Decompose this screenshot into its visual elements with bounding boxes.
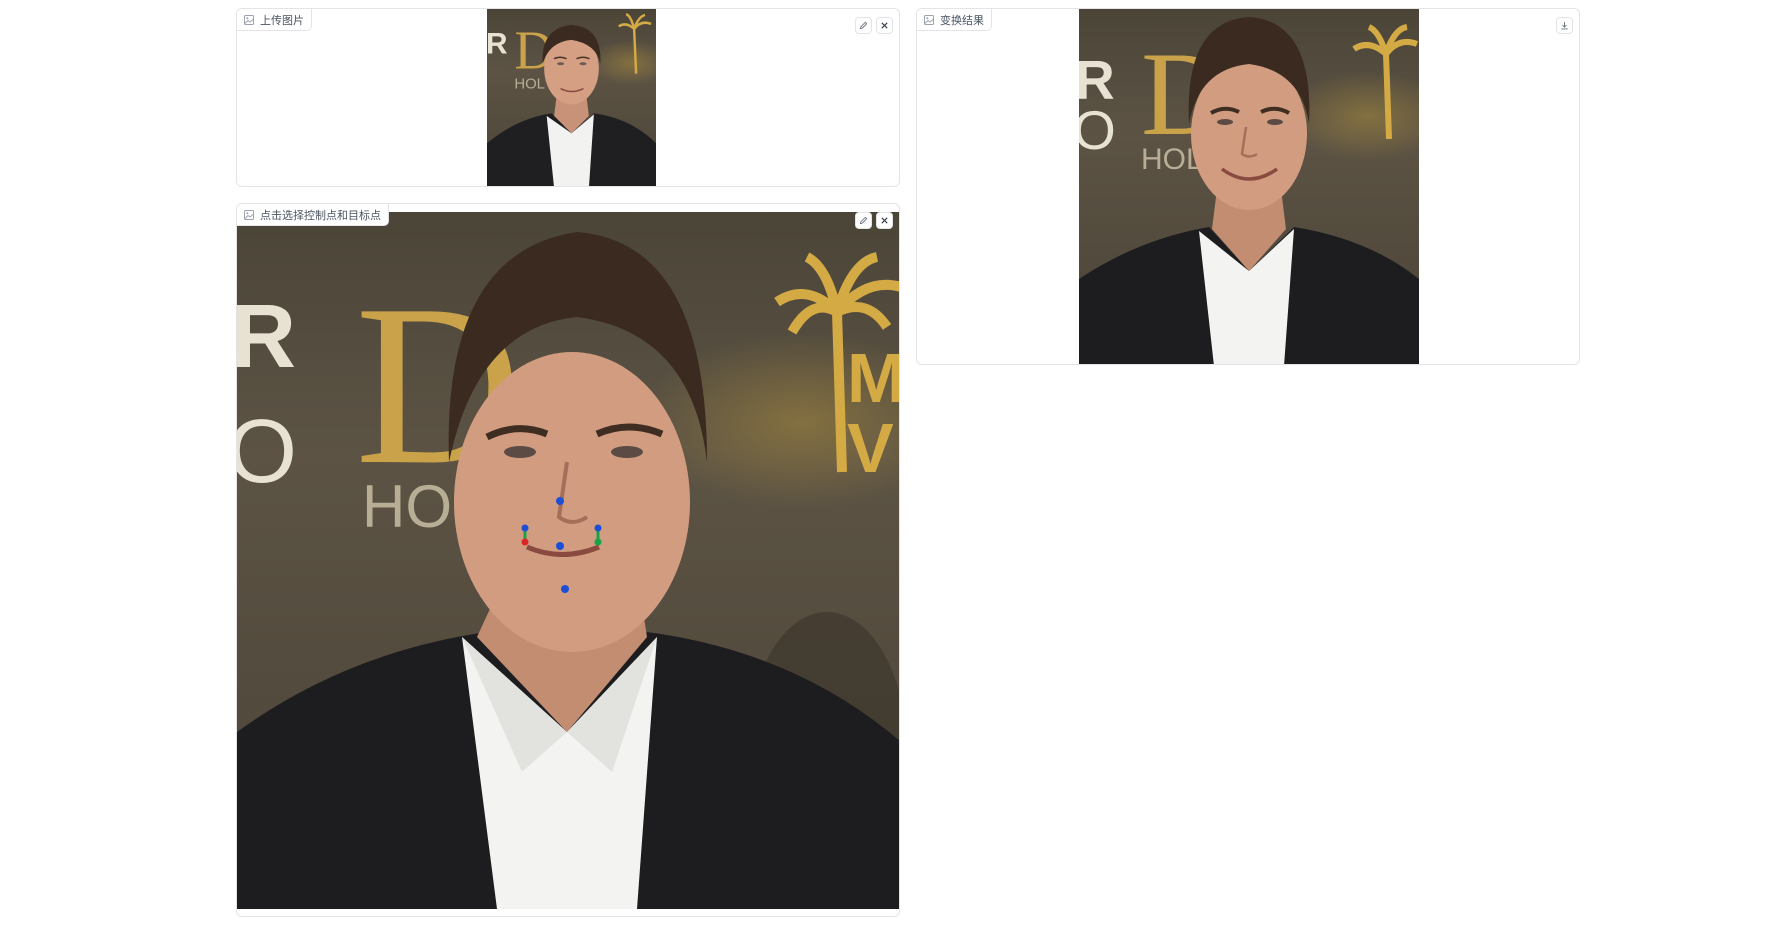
result-panel-title: 变换结果 bbox=[940, 14, 984, 27]
backdrop-letter: M bbox=[847, 339, 900, 417]
upload-panel-title: 上传图片 bbox=[260, 14, 304, 27]
backdrop-word: HOL bbox=[514, 77, 545, 93]
edit-icon bbox=[859, 216, 868, 225]
backdrop-letter: O bbox=[1079, 99, 1116, 161]
backdrop-letter: O bbox=[237, 402, 297, 502]
uploaded-image: R D HOL bbox=[487, 9, 656, 186]
backdrop-letter: R bbox=[487, 28, 508, 61]
edit-button[interactable] bbox=[855, 212, 872, 229]
image-icon bbox=[243, 209, 255, 221]
download-button[interactable] bbox=[1556, 17, 1573, 34]
clear-button[interactable] bbox=[876, 17, 893, 34]
edit-button[interactable] bbox=[855, 17, 872, 34]
control-point-marker[interactable] bbox=[561, 585, 569, 593]
result-image: R O D HOL bbox=[1079, 9, 1419, 364]
backdrop-letter: R bbox=[237, 287, 296, 387]
upload-panel-label: 上传图片 bbox=[237, 9, 312, 31]
image-icon bbox=[923, 14, 935, 26]
upload-panel: 上传图片 R D HOL bbox=[236, 8, 900, 187]
edit-icon bbox=[859, 21, 868, 30]
control-point-marker[interactable] bbox=[556, 497, 564, 505]
point-select-panel-title: 点击选择控制点和目标点 bbox=[260, 209, 381, 222]
point-select-canvas[interactable]: R O D HOL M V bbox=[237, 212, 900, 909]
result-panel-label: 变换结果 bbox=[917, 9, 992, 31]
backdrop-letter: V bbox=[847, 409, 894, 487]
close-icon bbox=[881, 22, 888, 29]
point-select-panel: 点击选择控制点和目标点 R O D HOL M V bbox=[236, 203, 900, 917]
point-select-panel-label: 点击选择控制点和目标点 bbox=[237, 204, 389, 226]
clear-button[interactable] bbox=[876, 212, 893, 229]
close-icon bbox=[881, 217, 888, 224]
download-icon bbox=[1561, 21, 1568, 30]
image-icon bbox=[243, 14, 255, 26]
control-point-marker[interactable] bbox=[556, 542, 564, 550]
result-panel: 变换结果 R O D HOL bbox=[916, 8, 1580, 365]
